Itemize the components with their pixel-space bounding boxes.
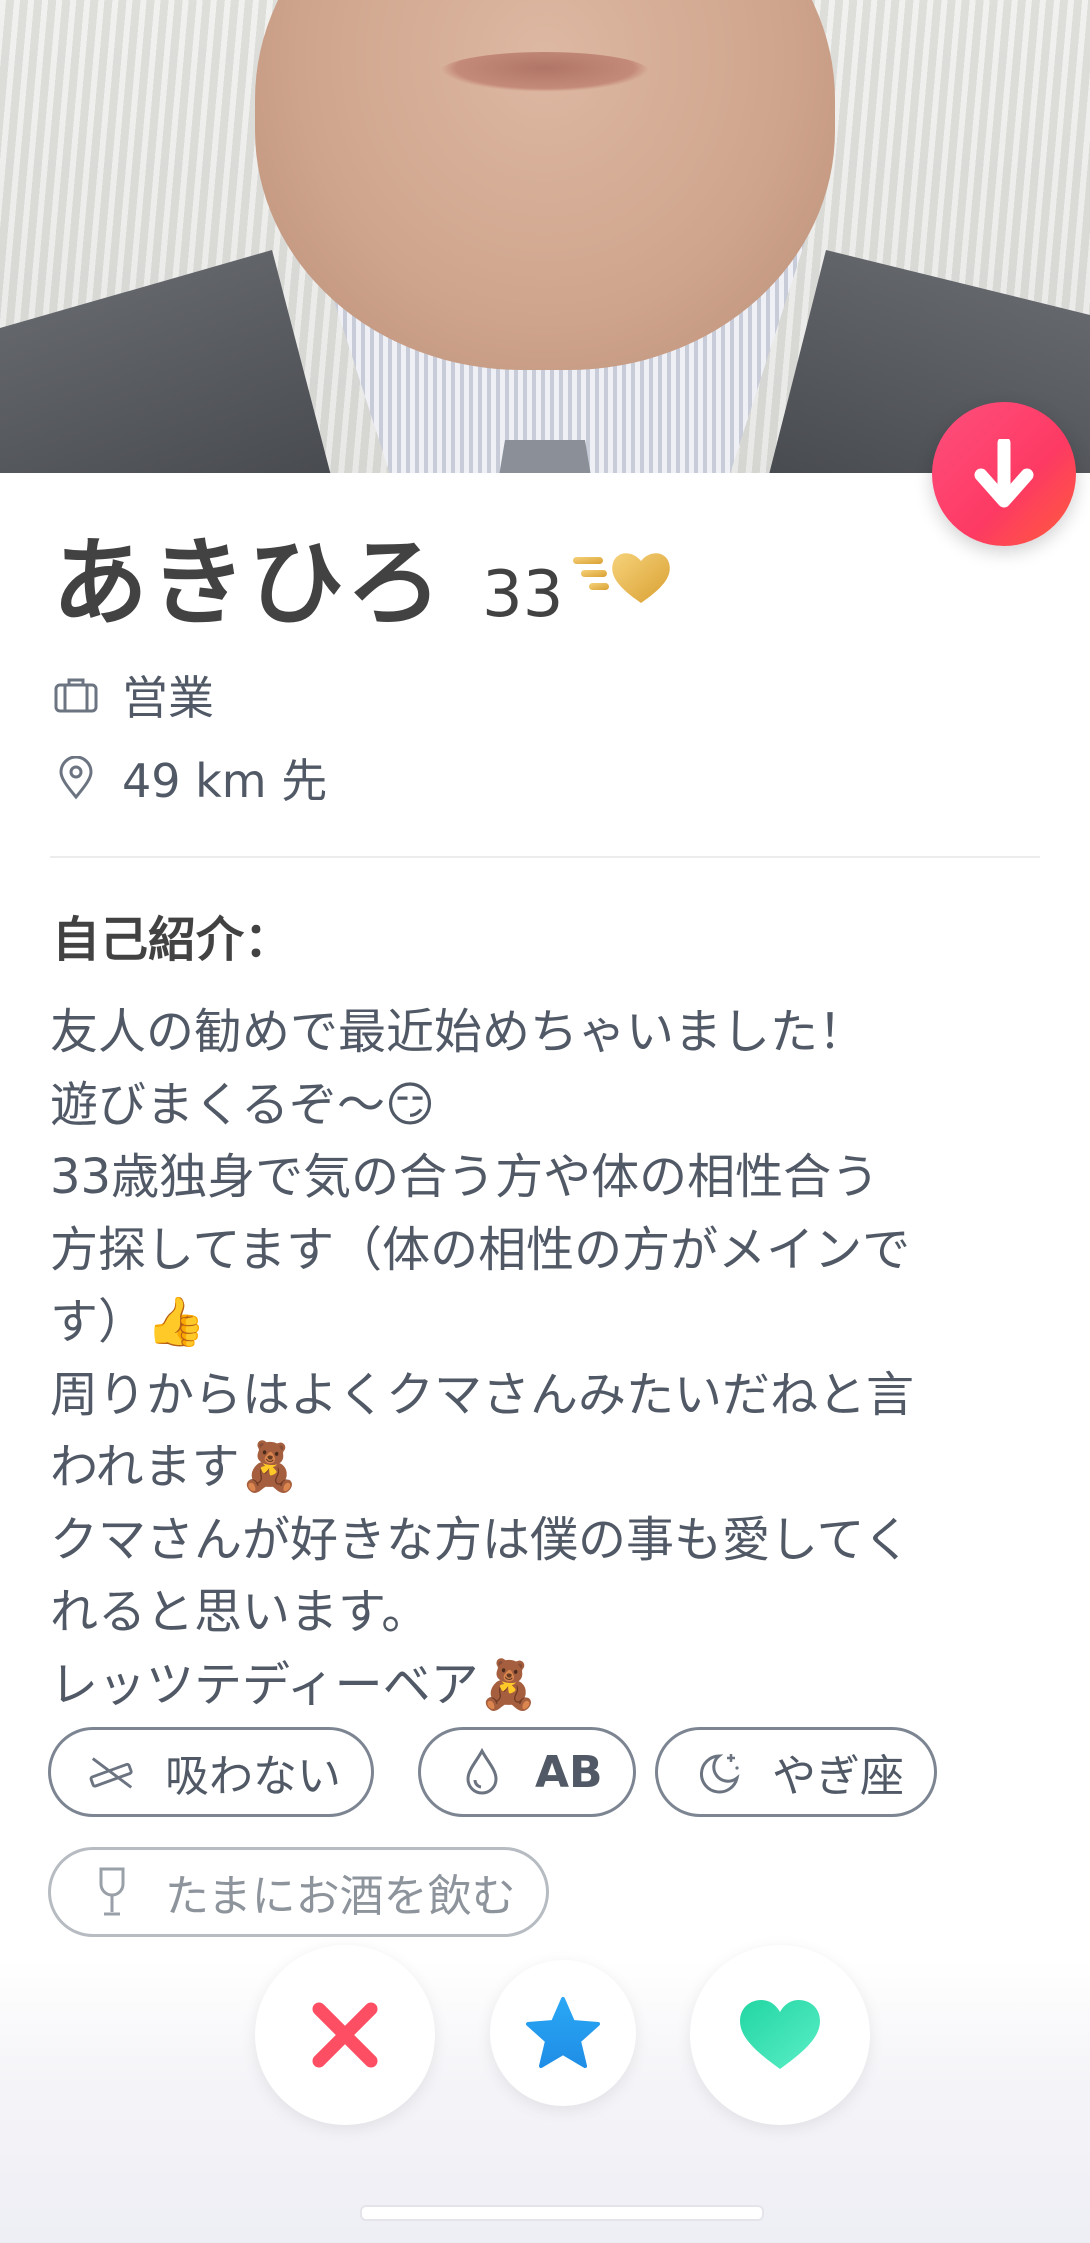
tag-blood-type: AB <box>418 1727 636 1817</box>
no-smoking-icon <box>87 1747 137 1797</box>
moon-stars-icon <box>694 1747 744 1797</box>
tag-label: AB <box>535 1746 603 1798</box>
job-row: 営業 <box>52 662 214 728</box>
tag-label: たまにお酒を飲む <box>165 1871 516 1922</box>
photo-mouth <box>440 52 650 92</box>
arrow-down-icon <box>974 439 1034 508</box>
tag-drinking: たまにお酒を飲む <box>48 1847 549 1937</box>
tag-label: 吸わない <box>165 1751 341 1802</box>
distance-label: 49 km 先 <box>122 754 328 808</box>
briefcase-icon <box>52 671 100 719</box>
bio-text: 友人の勧めで最近始めちゃいました！ 遊びまくるぞ〜😏 33歳独身で気の合う方や体… <box>50 1004 915 1713</box>
like-button[interactable] <box>690 1945 870 2125</box>
collapse-profile-button[interactable] <box>932 402 1076 546</box>
close-x-icon <box>312 2002 378 2068</box>
tag-label: やぎ座 <box>772 1751 904 1802</box>
section-divider <box>50 856 1040 858</box>
tag-zodiac: やぎ座 <box>655 1727 937 1817</box>
blood-drop-icon <box>457 1747 507 1797</box>
bio-heading: 自己紹介： <box>52 912 293 968</box>
name-row: あきひろ 33 <box>52 505 679 639</box>
tag-no-smoking: 吸わない <box>48 1727 374 1817</box>
home-indicator[interactable] <box>360 2205 764 2221</box>
distance-row: 49 km 先 <box>52 745 327 811</box>
wine-glass-icon <box>87 1867 137 1917</box>
profile-name: あきひろ <box>52 527 444 639</box>
photo-tie <box>495 440 595 473</box>
profile-age: 33 <box>482 558 564 632</box>
location-pin-icon <box>52 754 100 802</box>
profile-photo[interactable] <box>0 0 1090 473</box>
heart-icon <box>740 2000 820 2069</box>
super-like-button[interactable] <box>490 1960 636 2106</box>
job-label: 営業 <box>122 671 214 725</box>
star-icon <box>526 1997 600 2068</box>
gold-heart-icon <box>573 553 671 603</box>
nope-button[interactable] <box>255 1945 435 2125</box>
